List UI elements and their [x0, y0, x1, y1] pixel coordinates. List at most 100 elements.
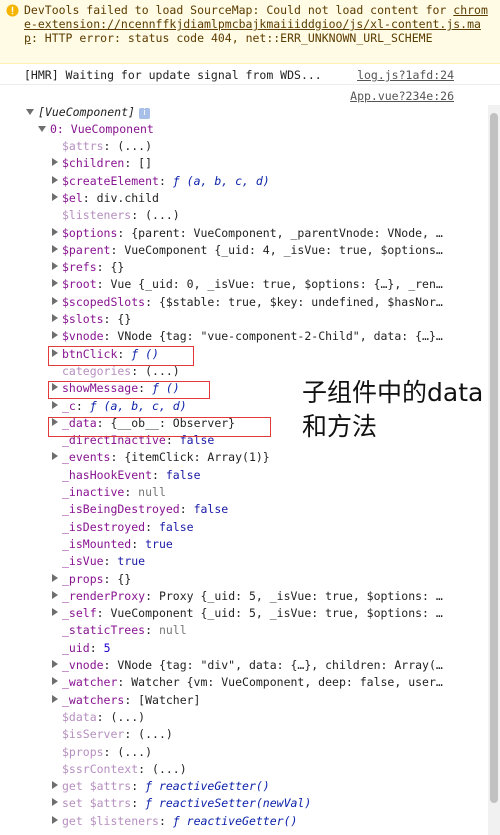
property-separator: : [103, 329, 118, 344]
sourcemap-warning-message: DevTools failed to load SourceMap: Could… [0, 0, 500, 64]
expand-triangle-icon[interactable] [52, 296, 58, 305]
property-value[interactable]: (...) [152, 762, 187, 776]
property-value: {} [110, 260, 125, 275]
property-key: _props [62, 571, 104, 586]
property-separator: : [96, 709, 111, 724]
tree-root-row[interactable]: [VueComponent] i [26, 104, 150, 121]
expand-triangle-icon[interactable] [52, 262, 58, 271]
expand-triangle-icon[interactable] [52, 175, 58, 184]
property-row[interactable]: _events: {itemClick: Array(1)} [52, 449, 270, 466]
property-value: VNode {tag: "vue-component-2-Child", dat… [117, 329, 443, 344]
hmr-source-link[interactable]: log.js?1afd:24 [357, 68, 454, 82]
property-separator: : [96, 277, 111, 292]
expand-triangle-icon[interactable] [52, 677, 58, 686]
property-row[interactable]: _c: ƒ (a, b, c, d) [52, 398, 187, 415]
property-row: _staticTrees: null [62, 622, 187, 639]
property-row: $ssrContext: (...) [62, 761, 187, 778]
expand-triangle-icon[interactable] [52, 452, 58, 461]
expand-triangle-icon[interactable] [52, 244, 58, 253]
property-row: _isMounted: true [62, 536, 173, 553]
vertical-scrollbar[interactable] [488, 105, 500, 835]
property-row[interactable]: $el: div.child [52, 190, 159, 207]
collapse-triangle-icon[interactable] [26, 109, 34, 115]
property-value[interactable]: (...) [117, 745, 152, 759]
property-separator: : [110, 450, 125, 465]
property-row[interactable]: _props: {} [52, 571, 131, 588]
scrollbar-thumb[interactable] [490, 113, 498, 803]
warning-triangle-icon [6, 4, 19, 17]
property-row[interactable]: $createElement: ƒ (a, b, c, d) [52, 173, 270, 190]
property-value: ƒ (a, b, c, d) [89, 398, 187, 413]
property-row[interactable]: set $attrs: ƒ reactiveSetter(newVal) [52, 795, 311, 812]
property-row: _inactive: null [62, 484, 166, 501]
property-row[interactable]: _watcher: Watcher {vm: VueComponent, dee… [52, 674, 443, 691]
property-row[interactable]: _renderProxy: Proxy {_uid: 5, _isVue: tr… [52, 588, 443, 605]
property-row[interactable]: $scopedSlots: {$stable: true, $key: unde… [52, 294, 443, 311]
property-value[interactable]: (...) [110, 710, 145, 724]
expand-triangle-icon[interactable] [52, 573, 58, 582]
property-value: [] [138, 156, 153, 171]
property-row[interactable]: _self: VueComponent {_uid: 5, _isVue: tr… [52, 605, 443, 622]
expand-triangle-icon[interactable] [52, 590, 58, 599]
property-row[interactable]: $options: {parent: VueComponent, _parent… [52, 225, 443, 242]
property-key: _isMounted [62, 536, 132, 551]
property-row[interactable]: $slots: {} [52, 311, 131, 328]
property-row[interactable]: get $attrs: ƒ reactiveGetter() [52, 778, 270, 795]
property-key: _watchers [62, 692, 125, 707]
expand-triangle-icon[interactable] [52, 314, 58, 322]
highlight-box-btnclick [48, 346, 194, 366]
hmr-log-message: [HMR] Waiting for update signal from WDS… [0, 65, 500, 85]
property-value[interactable]: (...) [145, 208, 180, 222]
expand-triangle-icon[interactable] [52, 798, 58, 807]
expand-triangle-icon[interactable] [52, 781, 58, 790]
property-row[interactable]: $vnode: VNode {tag: "vue-component-2-Chi… [52, 328, 443, 345]
property-value[interactable]: (...) [138, 727, 173, 741]
property-row[interactable]: $children: [] [52, 155, 152, 172]
app-vue-source-link[interactable]: App.vue?234e:26 [350, 89, 454, 103]
annotation-text: 子组件中的data 和方法 [302, 376, 498, 444]
property-separator: : [158, 173, 173, 188]
property-separator: : [158, 813, 173, 828]
collapse-triangle-icon[interactable] [38, 126, 46, 132]
expand-triangle-icon[interactable] [52, 400, 58, 409]
expand-triangle-icon[interactable] [52, 815, 58, 824]
property-separator: : [82, 190, 97, 205]
expand-triangle-icon[interactable] [52, 158, 58, 167]
expand-triangle-icon[interactable] [52, 227, 58, 236]
expand-triangle-icon[interactable] [52, 192, 58, 201]
expand-triangle-icon[interactable] [52, 608, 58, 617]
info-icon[interactable]: i [138, 108, 150, 119]
expand-triangle-icon[interactable] [52, 694, 58, 703]
expand-triangle-icon[interactable] [52, 331, 58, 340]
property-value: {} [117, 571, 132, 586]
property-key: get $listeners [62, 813, 159, 828]
hmr-message-text: [HMR] Waiting for update signal from WDS… [24, 68, 322, 82]
property-row[interactable]: $refs: {} [52, 259, 124, 276]
property-key: _isBeingDestroyed [62, 502, 180, 517]
property-value: ƒ (a, b, c, d) [172, 173, 270, 188]
property-value[interactable]: (...) [117, 139, 152, 153]
property-row[interactable]: _watchers: [Watcher] [52, 692, 200, 709]
property-key: $refs [62, 260, 97, 275]
property-separator: : [89, 640, 104, 655]
property-separator: : [96, 260, 111, 275]
property-row[interactable]: $root: Vue {_uid: 0, _isVue: true, $opti… [52, 276, 443, 293]
property-row: $isServer: (...) [62, 726, 173, 743]
property-separator: : [179, 502, 194, 517]
property-key: _uid [62, 640, 90, 655]
tree-item-row[interactable]: 0: VueComponent [38, 121, 154, 138]
annotation-line-2: 和方法 [302, 412, 378, 441]
expand-triangle-icon[interactable] [52, 279, 58, 288]
property-value: false [158, 519, 194, 534]
property-row: _isBeingDestroyed: false [62, 501, 228, 518]
property-value: VueComponent {_uid: 4, _isVue: true, $op… [124, 242, 443, 257]
property-key: _vnode [62, 658, 104, 672]
property-row[interactable]: _vnode: VNode {tag: "div", data: {…}, ch… [52, 657, 443, 674]
property-key: _watcher [62, 675, 118, 690]
property-row[interactable]: $parent: VueComponent {_uid: 4, _isVue: … [52, 242, 443, 259]
property-row[interactable]: get $listeners: ƒ reactiveGetter() [52, 813, 297, 830]
property-row: $attrs: (...) [62, 138, 152, 155]
property-separator: : [145, 588, 159, 603]
expand-triangle-icon[interactable] [52, 660, 58, 668]
property-separator: : [145, 519, 159, 534]
